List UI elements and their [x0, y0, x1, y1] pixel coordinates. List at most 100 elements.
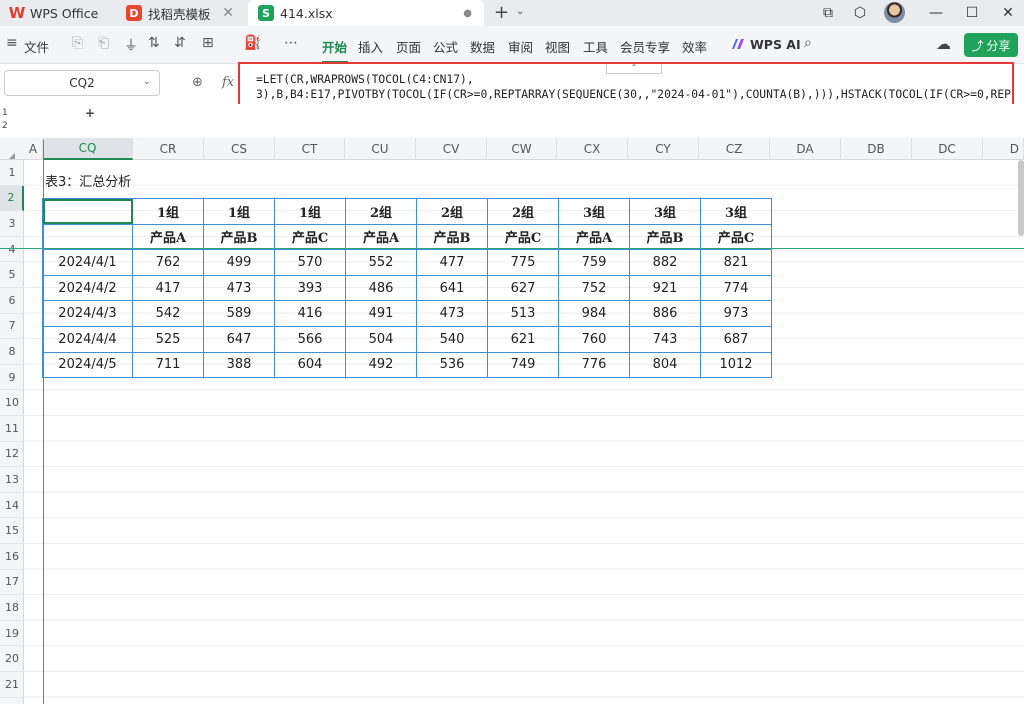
col-header-DB[interactable]: DB [841, 138, 912, 160]
group-header-cell[interactable]: 1组 [203, 198, 275, 225]
group-header-cell[interactable]: 1组 [274, 198, 346, 225]
row-header-6[interactable]: 6 [0, 288, 24, 314]
sort-ascending-icon[interactable]: ⇅ [148, 35, 160, 51]
value-cell[interactable]: 513 [487, 300, 559, 327]
col-header-DC[interactable]: DC [912, 138, 983, 160]
row-header-19[interactable]: 19 [0, 621, 24, 647]
value-cell[interactable]: 641 [416, 274, 488, 302]
outline-level-2[interactable]: 2 [2, 121, 8, 131]
value-cell[interactable]: 540 [416, 325, 488, 353]
date-cell[interactable]: 2024/4/4 [42, 325, 133, 353]
value-cell[interactable]: 743 [629, 325, 701, 353]
close-icon[interactable]: ✕ [222, 5, 234, 21]
row-header-5[interactable]: 5 [0, 262, 24, 288]
value-cell[interactable]: 821 [700, 249, 772, 276]
value-cell[interactable]: 473 [416, 300, 488, 327]
date-cell[interactable]: 2024/4/2 [42, 274, 133, 302]
value-cell[interactable]: 589 [203, 300, 275, 327]
date-cell[interactable]: 2024/4/1 [42, 249, 133, 276]
value-cell[interactable]: 486 [345, 274, 417, 302]
expand-group-icon[interactable]: + [85, 106, 95, 120]
date-cell[interactable]: 2024/4/5 [42, 351, 133, 379]
col-header-CR[interactable]: CR [133, 138, 204, 160]
value-cell[interactable]: 647 [203, 325, 275, 353]
sheet-title[interactable]: 表3：汇总分析 [45, 171, 131, 190]
tab-wps-office[interactable]: W WPS Office [0, 0, 112, 26]
value-cell[interactable]: 759 [558, 249, 630, 276]
menu-tools[interactable]: 工具 [583, 37, 608, 56]
menu-efficiency[interactable]: 效率 [682, 37, 707, 56]
value-cell[interactable]: 749 [487, 351, 559, 379]
row-header-21[interactable]: 21 [0, 672, 24, 698]
value-cell[interactable]: 711 [132, 351, 204, 379]
minimize-icon[interactable]: — [926, 3, 946, 23]
wps-ai-button[interactable]: WPS AI [750, 37, 801, 52]
value-cell[interactable]: 473 [203, 274, 275, 302]
outline-level-1[interactable]: 1 [2, 108, 8, 118]
product-header-cell[interactable]: 产品A [558, 223, 630, 251]
chevron-down-icon[interactable]: ⌄ [516, 6, 524, 17]
date-cell[interactable]: 2024/4/3 [42, 300, 133, 327]
product-header-cell[interactable]: 产品A [132, 223, 204, 251]
sort-descending-icon[interactable]: ⇵ [174, 35, 186, 51]
value-cell[interactable]: 886 [629, 300, 701, 327]
value-cell[interactable]: 542 [132, 300, 204, 327]
value-cell[interactable]: 566 [274, 325, 346, 353]
value-cell[interactable]: 477 [416, 249, 488, 276]
product-header-cell[interactable]: 产品A [345, 223, 417, 251]
product-header-cell[interactable]: 产品C [274, 223, 346, 251]
col-header-CT[interactable]: CT [275, 138, 345, 160]
group-header-cell[interactable]: 2组 [345, 198, 417, 225]
value-cell[interactable]: 774 [700, 274, 772, 302]
zoom-formula-icon[interactable]: ⊕ [192, 75, 203, 90]
avatar[interactable] [884, 2, 905, 23]
row-header-13[interactable]: 13 [0, 467, 24, 493]
menu-page[interactable]: 页面 [396, 37, 421, 56]
value-cell[interactable]: 1012 [700, 351, 772, 379]
value-cell[interactable]: 776 [558, 351, 630, 379]
unsaved-dot-icon[interactable]: ● [463, 8, 472, 19]
group-header-cell[interactable]: 3组 [629, 198, 701, 225]
product-header-cell[interactable]: 产品B [629, 223, 701, 251]
value-cell[interactable]: 388 [203, 351, 275, 379]
name-box[interactable]: CQ2 ⌄ [4, 70, 160, 96]
group-header-cell[interactable]: 3组 [558, 198, 630, 225]
tab-file[interactable]: S 414.xlsx ● [248, 0, 484, 26]
collapse-formula-icon[interactable]: ⌃ [606, 64, 662, 74]
row-header-2[interactable]: 2 [0, 185, 24, 212]
row-header-18[interactable]: 18 [0, 595, 24, 621]
row-header-7[interactable]: 7 [0, 314, 24, 340]
menu-start[interactable]: 开始 [322, 37, 347, 56]
value-cell[interactable]: 882 [629, 249, 701, 276]
menu-view[interactable]: 视图 [545, 37, 570, 56]
cloud-sync-icon[interactable]: ☁ [936, 35, 951, 53]
save-icon[interactable]: ⎘ [72, 35, 83, 51]
menu-member[interactable]: 会员专享 [620, 37, 670, 56]
row-header-8[interactable]: 8 [0, 339, 24, 365]
value-cell[interactable]: 627 [487, 274, 559, 302]
row-header-16[interactable]: 16 [0, 544, 24, 570]
menu-data[interactable]: 数据 [470, 37, 495, 56]
value-cell[interactable]: 804 [629, 351, 701, 379]
value-cell[interactable]: 752 [558, 274, 630, 302]
empty-cell[interactable] [42, 223, 133, 251]
more-icon[interactable]: ⋯ [284, 35, 298, 51]
col-header-CX[interactable]: CX [557, 138, 628, 160]
fill-color-icon[interactable]: ⛽ [244, 35, 261, 51]
value-cell[interactable]: 775 [487, 249, 559, 276]
value-cell[interactable]: 760 [558, 325, 630, 353]
row-header-11[interactable]: 11 [0, 416, 24, 442]
value-cell[interactable]: 687 [700, 325, 772, 353]
group-header-cell[interactable]: 2组 [487, 198, 559, 225]
value-cell[interactable]: 393 [274, 274, 346, 302]
col-header-CY[interactable]: CY [628, 138, 699, 160]
close-window-icon[interactable]: ✕ [998, 3, 1018, 23]
row-header-3[interactable]: 3 [0, 211, 24, 237]
tab-template[interactable]: D 找稻壳模板 ✕ [116, 0, 244, 26]
product-header-cell[interactable]: 产品B [203, 223, 275, 251]
value-cell[interactable]: 536 [416, 351, 488, 379]
value-cell[interactable]: 604 [274, 351, 346, 379]
row-header-17[interactable]: 17 [0, 570, 24, 596]
select-all-corner[interactable]: ◢ [0, 138, 24, 160]
value-cell[interactable]: 621 [487, 325, 559, 353]
